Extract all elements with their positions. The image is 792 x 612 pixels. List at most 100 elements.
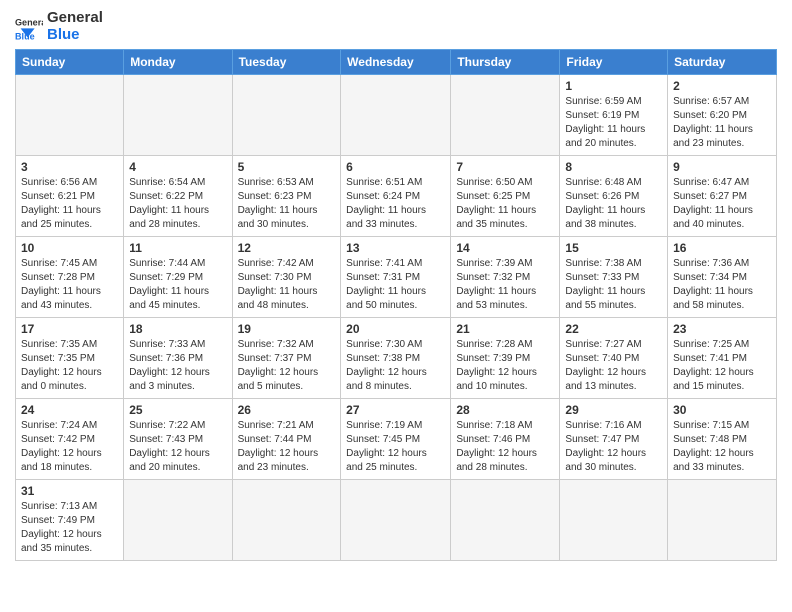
calendar-cell: 16 Sunrise: 7:36 AM Sunset: 7:34 PM Dayli… <box>668 237 777 318</box>
calendar-cell <box>451 75 560 156</box>
calendar-cell <box>560 480 668 561</box>
calendar-cell <box>232 480 341 561</box>
calendar-cell: 26 Sunrise: 7:21 AM Sunset: 7:44 PM Dayli… <box>232 399 341 480</box>
day-number: 1 <box>565 79 662 93</box>
calendar-cell: 13 Sunrise: 7:41 AM Sunset: 7:31 PM Dayli… <box>341 237 451 318</box>
calendar-cell: 10 Sunrise: 7:45 AM Sunset: 7:28 PM Dayli… <box>16 237 124 318</box>
day-info: Sunrise: 7:21 AM Sunset: 7:44 PM Dayligh… <box>238 419 336 475</box>
day-info: Sunrise: 6:57 AM Sunset: 6:20 PM Dayligh… <box>673 95 771 151</box>
calendar-cell: 21 Sunrise: 7:28 AM Sunset: 7:39 PM Dayli… <box>451 318 560 399</box>
day-info: Sunrise: 7:32 AM Sunset: 7:37 PM Dayligh… <box>238 338 336 394</box>
day-info: Sunrise: 7:42 AM Sunset: 7:30 PM Dayligh… <box>238 257 336 313</box>
calendar-cell: 12 Sunrise: 7:42 AM Sunset: 7:30 PM Dayli… <box>232 237 341 318</box>
calendar-week-row: 3 Sunrise: 6:56 AM Sunset: 6:21 PM Daylig… <box>16 156 777 237</box>
day-info: Sunrise: 7:41 AM Sunset: 7:31 PM Dayligh… <box>346 257 445 313</box>
day-number: 22 <box>565 322 662 336</box>
day-info: Sunrise: 7:24 AM Sunset: 7:42 PM Dayligh… <box>21 419 118 475</box>
day-info: Sunrise: 7:33 AM Sunset: 7:36 PM Dayligh… <box>129 338 226 394</box>
calendar-cell <box>341 480 451 561</box>
calendar-cell <box>124 480 232 561</box>
day-number: 18 <box>129 322 226 336</box>
day-number: 12 <box>238 241 336 255</box>
day-info: Sunrise: 6:50 AM Sunset: 6:25 PM Dayligh… <box>456 176 554 232</box>
calendar-week-row: 24 Sunrise: 7:24 AM Sunset: 7:42 PM Dayli… <box>16 399 777 480</box>
day-info: Sunrise: 6:56 AM Sunset: 6:21 PM Dayligh… <box>21 176 118 232</box>
logo-text-general: General <box>47 10 103 27</box>
day-info: Sunrise: 7:18 AM Sunset: 7:46 PM Dayligh… <box>456 419 554 475</box>
calendar-cell: 2 Sunrise: 6:57 AM Sunset: 6:20 PM Daylig… <box>668 75 777 156</box>
calendar-header-saturday: Saturday <box>668 50 777 75</box>
day-number: 19 <box>238 322 336 336</box>
day-info: Sunrise: 6:47 AM Sunset: 6:27 PM Dayligh… <box>673 176 771 232</box>
day-number: 27 <box>346 403 445 417</box>
calendar-week-row: 31Sunrise: 7:13 AM Sunset: 7:49 PM Dayli… <box>16 480 777 561</box>
calendar-cell: 4Sunrise: 6:54 AM Sunset: 6:22 PM Daylig… <box>124 156 232 237</box>
day-info: Sunrise: 7:36 AM Sunset: 7:34 PM Dayligh… <box>673 257 771 313</box>
calendar-header-wednesday: Wednesday <box>341 50 451 75</box>
calendar-header-thursday: Thursday <box>451 50 560 75</box>
calendar-cell <box>232 75 341 156</box>
calendar-cell <box>124 75 232 156</box>
calendar-cell: 11Sunrise: 7:44 AM Sunset: 7:29 PM Dayli… <box>124 237 232 318</box>
svg-text:Blue: Blue <box>15 31 35 40</box>
calendar-cell: 14Sunrise: 7:39 AM Sunset: 7:32 PM Dayli… <box>451 237 560 318</box>
calendar-cell: 22Sunrise: 7:27 AM Sunset: 7:40 PM Dayli… <box>560 318 668 399</box>
calendar-week-row: 17Sunrise: 7:35 AM Sunset: 7:35 PM Dayli… <box>16 318 777 399</box>
day-number: 28 <box>456 403 554 417</box>
calendar-header-friday: Friday <box>560 50 668 75</box>
calendar-cell: 6Sunrise: 6:51 AM Sunset: 6:24 PM Daylig… <box>341 156 451 237</box>
day-info: Sunrise: 7:22 AM Sunset: 7:43 PM Dayligh… <box>129 419 226 475</box>
day-number: 21 <box>456 322 554 336</box>
calendar-cell: 20Sunrise: 7:30 AM Sunset: 7:38 PM Dayli… <box>341 318 451 399</box>
calendar-cell: 3 Sunrise: 6:56 AM Sunset: 6:21 PM Daylig… <box>16 156 124 237</box>
calendar-header-row: SundayMondayTuesdayWednesdayThursdayFrid… <box>16 50 777 75</box>
day-number: 15 <box>565 241 662 255</box>
day-info: Sunrise: 7:38 AM Sunset: 7:33 PM Dayligh… <box>565 257 662 313</box>
day-info: Sunrise: 7:19 AM Sunset: 7:45 PM Dayligh… <box>346 419 445 475</box>
day-number: 9 <box>673 160 771 174</box>
calendar-header-monday: Monday <box>124 50 232 75</box>
calendar-cell: 18 Sunrise: 7:33 AM Sunset: 7:36 PM Dayli… <box>124 318 232 399</box>
calendar-week-row: 10 Sunrise: 7:45 AM Sunset: 7:28 PM Dayli… <box>16 237 777 318</box>
day-info: Sunrise: 7:44 AM Sunset: 7:29 PM Dayligh… <box>129 257 226 313</box>
day-number: 16 <box>673 241 771 255</box>
calendar-cell <box>16 75 124 156</box>
calendar-week-row: 1 Sunrise: 6:59 AM Sunset: 6:19 PM Daylig… <box>16 75 777 156</box>
day-info: Sunrise: 6:54 AM Sunset: 6:22 PM Dayligh… <box>129 176 226 232</box>
calendar-cell: 5Sunrise: 6:53 AM Sunset: 6:23 PM Daylig… <box>232 156 341 237</box>
calendar-cell: 19 Sunrise: 7:32 AM Sunset: 7:37 PM Dayli… <box>232 318 341 399</box>
calendar-cell: 30 Sunrise: 7:15 AM Sunset: 7:48 PM Dayli… <box>668 399 777 480</box>
day-info: Sunrise: 7:28 AM Sunset: 7:39 PM Dayligh… <box>456 338 554 394</box>
day-info: Sunrise: 7:39 AM Sunset: 7:32 PM Dayligh… <box>456 257 554 313</box>
calendar-cell: 24 Sunrise: 7:24 AM Sunset: 7:42 PM Dayli… <box>16 399 124 480</box>
day-number: 24 <box>21 403 118 417</box>
day-number: 13 <box>346 241 445 255</box>
day-number: 8 <box>565 160 662 174</box>
day-info: Sunrise: 7:15 AM Sunset: 7:48 PM Dayligh… <box>673 419 771 475</box>
day-number: 30 <box>673 403 771 417</box>
calendar-cell: 7Sunrise: 6:50 AM Sunset: 6:25 PM Daylig… <box>451 156 560 237</box>
calendar-cell: 28 Sunrise: 7:18 AM Sunset: 7:46 PM Dayli… <box>451 399 560 480</box>
day-number: 29 <box>565 403 662 417</box>
day-number: 2 <box>673 79 771 93</box>
day-info: Sunrise: 7:30 AM Sunset: 7:38 PM Dayligh… <box>346 338 445 394</box>
logo: General Blue General Blue <box>15 10 103 43</box>
calendar-cell: 31Sunrise: 7:13 AM Sunset: 7:49 PM Dayli… <box>16 480 124 561</box>
calendar-cell: 8 Sunrise: 6:48 AM Sunset: 6:26 PM Daylig… <box>560 156 668 237</box>
calendar-cell <box>451 480 560 561</box>
day-info: Sunrise: 7:35 AM Sunset: 7:35 PM Dayligh… <box>21 338 118 394</box>
day-info: Sunrise: 6:48 AM Sunset: 6:26 PM Dayligh… <box>565 176 662 232</box>
day-number: 10 <box>21 241 118 255</box>
day-number: 31 <box>21 484 118 498</box>
day-number: 5 <box>238 160 336 174</box>
day-info: Sunrise: 7:16 AM Sunset: 7:47 PM Dayligh… <box>565 419 662 475</box>
day-info: Sunrise: 6:59 AM Sunset: 6:19 PM Dayligh… <box>565 95 662 151</box>
calendar-cell <box>341 75 451 156</box>
day-info: Sunrise: 7:45 AM Sunset: 7:28 PM Dayligh… <box>21 257 118 313</box>
calendar-cell <box>668 480 777 561</box>
day-number: 3 <box>21 160 118 174</box>
day-number: 6 <box>346 160 445 174</box>
calendar-cell: 25Sunrise: 7:22 AM Sunset: 7:43 PM Dayli… <box>124 399 232 480</box>
day-number: 26 <box>238 403 336 417</box>
generalblue-logo-icon: General Blue <box>15 13 43 41</box>
